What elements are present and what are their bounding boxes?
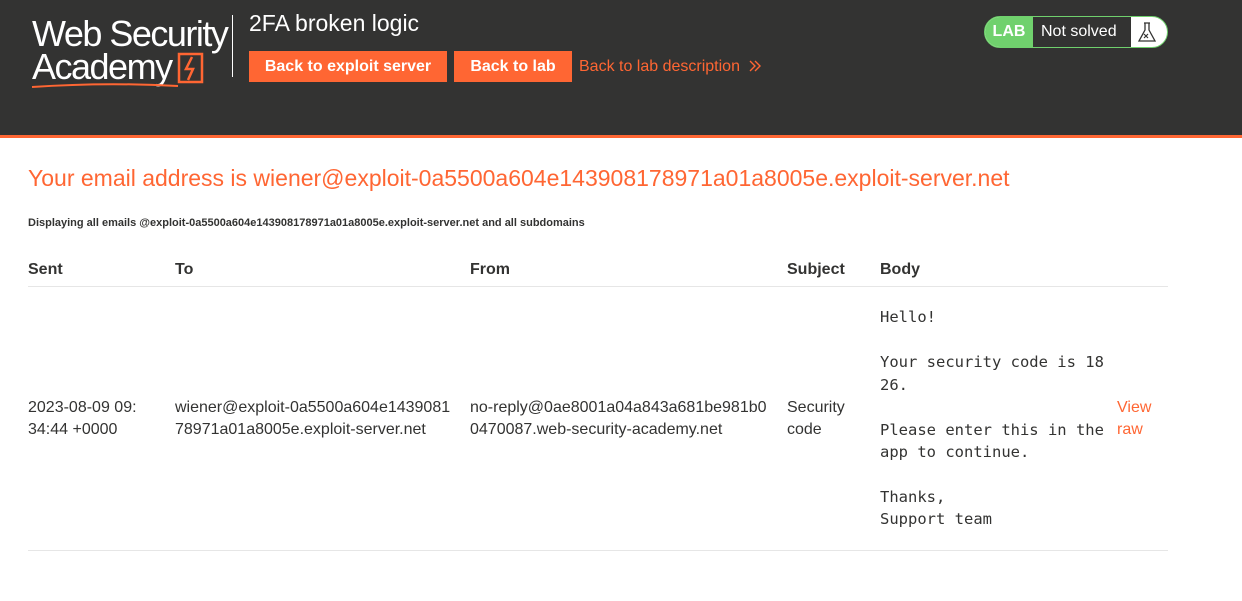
logo-divider [232, 15, 233, 77]
lab-tag: LAB [985, 17, 1033, 47]
header-actions [1117, 254, 1168, 287]
displaying-emails-note: Displaying all emails @exploit-0a5500a60… [28, 217, 585, 229]
back-to-lab-description-link[interactable]: Back to lab description [579, 58, 762, 76]
to-value: wiener@exploit-0a5500a604e143908178971a0… [175, 398, 451, 438]
logo-underline [31, 83, 179, 88]
cell-subject: Security code [787, 286, 880, 551]
email-body: Hello! Your security code is 1826. Pleas… [880, 308, 1104, 529]
bolt-icon [177, 52, 204, 84]
lab-status-widget: LAB Not solved [984, 16, 1168, 48]
header-body: Body [880, 254, 1117, 287]
top-header: Web Security Academy 2FA broken logic Ba… [0, 0, 1242, 138]
logo-line2: Academy [32, 46, 173, 87]
web-security-academy-logo[interactable]: Web Security Academy [30, 14, 230, 88]
back-to-lab-button[interactable]: Back to lab [454, 51, 572, 82]
cell-actions: View raw [1117, 286, 1168, 551]
header-from: From [470, 254, 787, 287]
header-subject: Subject [787, 254, 880, 287]
lab-title: 2FA broken logic [249, 10, 420, 36]
header-sent: Sent [28, 254, 175, 287]
emails-table: Sent To From Subject Body 2023-08-09 09:… [28, 254, 1168, 551]
cell-body: Hello! Your security code is 1826. Pleas… [880, 286, 1117, 551]
back-to-lab-description-label: Back to lab description [579, 58, 740, 75]
email-address-heading: Your email address is wiener@exploit-0a5… [28, 165, 1010, 191]
view-raw-link[interactable]: View raw [1117, 397, 1157, 441]
table-row: 2023-08-09 09:34:44 +0000 wiener@exploit… [28, 286, 1168, 551]
cell-sent: 2023-08-09 09:34:44 +0000 [28, 286, 175, 551]
double-chevron-right-icon [749, 60, 762, 72]
cell-from: no-reply@0ae8001a04a843a681be981b0047008… [470, 286, 787, 551]
back-to-exploit-server-button[interactable]: Back to exploit server [249, 51, 447, 82]
lab-status-text: Not solved [1033, 17, 1131, 47]
subject-value: Security code [787, 398, 845, 438]
from-value: no-reply@0ae8001a04a843a681be981b0047008… [470, 398, 767, 438]
cell-to: wiener@exploit-0a5500a604e143908178971a0… [175, 286, 470, 551]
flask-icon [1137, 22, 1157, 42]
sent-value: 2023-08-09 09:34:44 +0000 [28, 398, 137, 438]
header-to: To [175, 254, 470, 287]
table-header-row: Sent To From Subject Body [28, 254, 1168, 287]
